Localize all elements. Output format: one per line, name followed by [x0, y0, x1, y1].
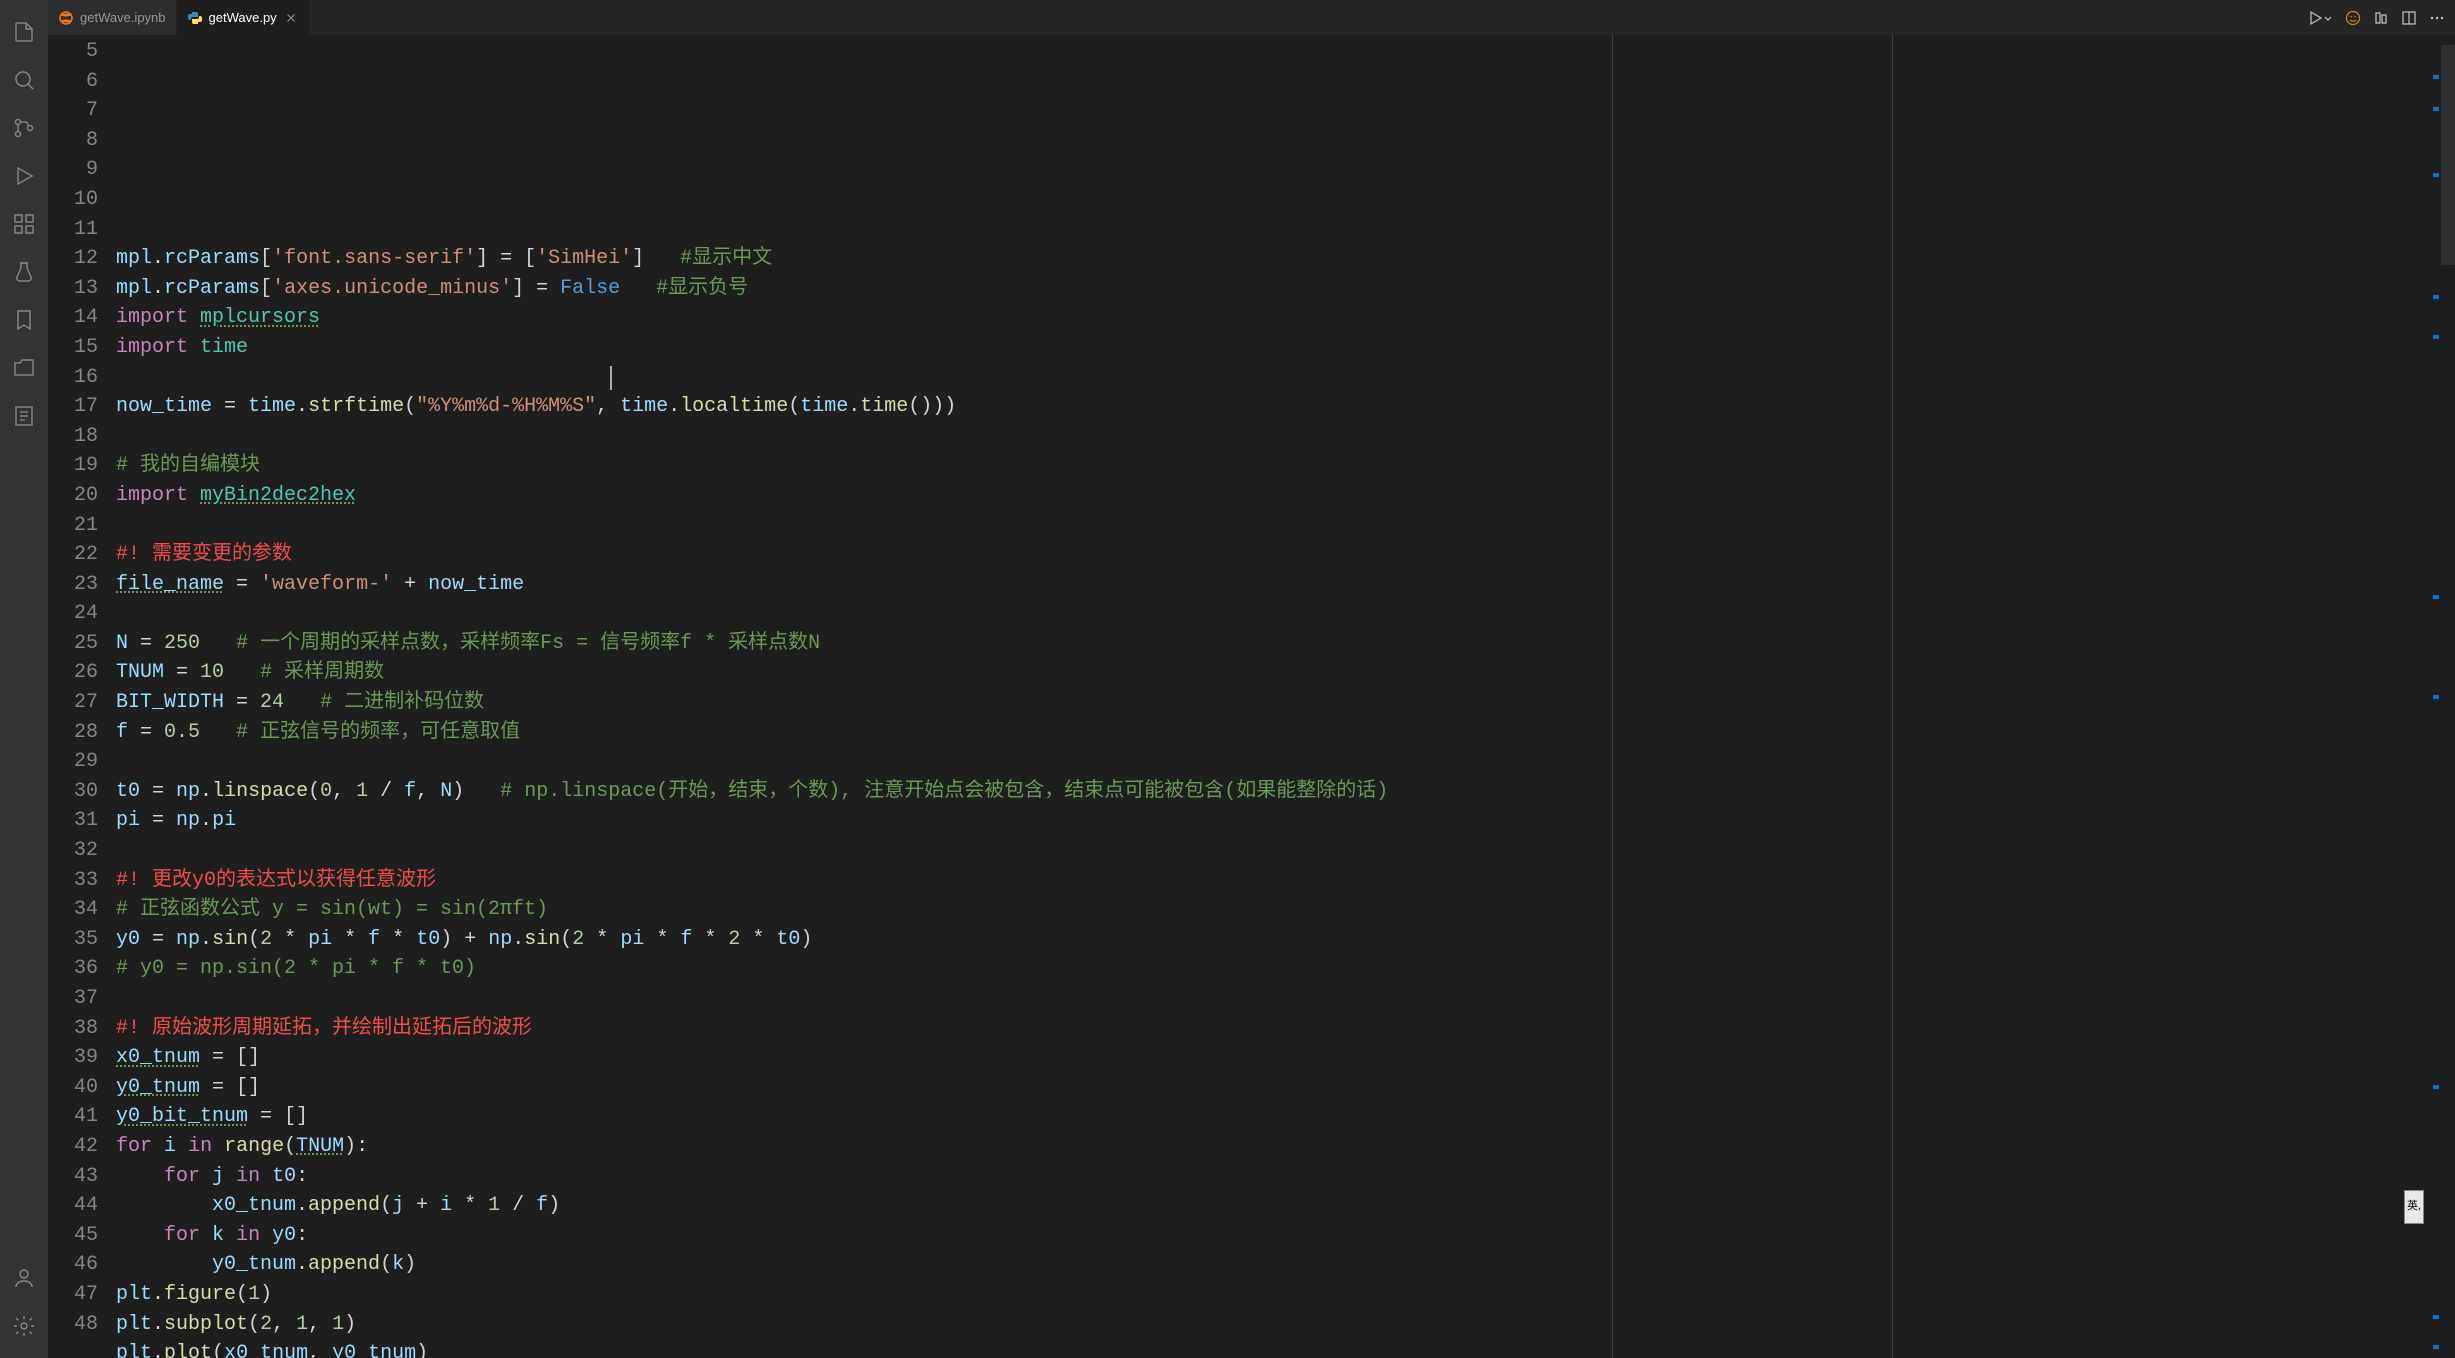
ime-indicator: 英,: [2404, 1190, 2424, 1224]
code-line[interactable]: file_name = 'waveform-' + now_time: [116, 570, 2427, 600]
more-icon[interactable]: [2429, 10, 2445, 26]
code-line[interactable]: [116, 747, 2427, 777]
code-line[interactable]: import time: [116, 333, 2427, 363]
emoji-icon[interactable]: [2345, 10, 2361, 26]
split-editor-icon[interactable]: [2401, 10, 2417, 26]
code-line[interactable]: import mplcursors: [116, 303, 2427, 333]
testing-icon[interactable]: [0, 248, 48, 296]
code-line[interactable]: x0_tnum = []: [116, 1043, 2427, 1073]
project-icon[interactable]: [0, 344, 48, 392]
code-line[interactable]: N = 250 # 一个周期的采样点数，采样频率Fs = 信号频率f * 采样点…: [116, 629, 2427, 659]
scrollbar-thumb[interactable]: [2441, 45, 2455, 265]
accounts-icon[interactable]: [0, 1254, 48, 1302]
code-line[interactable]: y0_tnum = []: [116, 1073, 2427, 1103]
code-line[interactable]: BIT_WIDTH = 24 # 二进制补码位数: [116, 688, 2427, 718]
python-icon: [187, 10, 203, 26]
tab-bar: getWave.ipynb getWave.py: [48, 0, 2455, 35]
code-content[interactable]: 英, mpl.rcParams['font.sans-serif'] = ['S…: [116, 35, 2427, 1358]
code-line[interactable]: y0 = np.sin(2 * pi * f * t0) + np.sin(2 …: [116, 925, 2427, 955]
run-icon[interactable]: [2307, 10, 2333, 26]
code-line[interactable]: [116, 836, 2427, 866]
tab-getwave-py[interactable]: getWave.py: [177, 0, 310, 35]
scrollbar[interactable]: [2441, 35, 2455, 1358]
code-line[interactable]: # 我的自编模块: [116, 451, 2427, 481]
extensions-icon[interactable]: [0, 200, 48, 248]
activity-bar: [0, 0, 48, 1358]
code-line[interactable]: [116, 599, 2427, 629]
code-line[interactable]: for k in y0:: [116, 1221, 2427, 1251]
bookmark-icon[interactable]: [0, 296, 48, 344]
code-line[interactable]: TNUM = 10 # 采样周期数: [116, 658, 2427, 688]
overview-ruler[interactable]: [2427, 35, 2441, 1358]
code-line[interactable]: # y0 = np.sin(2 * pi * f * t0): [116, 954, 2427, 984]
tab-getwave-ipynb[interactable]: getWave.ipynb: [48, 0, 177, 35]
code-line[interactable]: t0 = np.linspace(0, 1 / f, N) # np.linsp…: [116, 777, 2427, 807]
line-numbers: 5678910111213141516171819202122232425262…: [48, 35, 116, 1358]
text-cursor: [610, 366, 612, 390]
code-line[interactable]: plt.plot(x0_tnum, y0_tnum): [116, 1339, 2427, 1358]
code-line[interactable]: # 正弦函数公式 y = sin(wt) = sin(2πft): [116, 895, 2427, 925]
code-line[interactable]: [116, 511, 2427, 541]
code-line[interactable]: plt.subplot(2, 1, 1): [116, 1310, 2427, 1340]
code-line[interactable]: mpl.rcParams['axes.unicode_minus'] = Fal…: [116, 274, 2427, 304]
editor[interactable]: 5678910111213141516171819202122232425262…: [48, 35, 2455, 1358]
code-line[interactable]: mpl.rcParams['font.sans-serif'] = ['SimH…: [116, 244, 2427, 274]
ruler: [1892, 35, 1893, 1358]
code-line[interactable]: import myBin2dec2hex: [116, 481, 2427, 511]
code-line[interactable]: for j in t0:: [116, 1162, 2427, 1192]
code-line[interactable]: f = 0.5 # 正弦信号的频率，可任意取值: [116, 718, 2427, 748]
editor-actions: [2307, 0, 2455, 35]
explorer-icon[interactable]: [0, 8, 48, 56]
run-debug-icon[interactable]: [0, 152, 48, 200]
code-line[interactable]: y0_bit_tnum = []: [116, 1102, 2427, 1132]
close-icon[interactable]: [283, 10, 299, 26]
code-line[interactable]: pi = np.pi: [116, 806, 2427, 836]
code-line[interactable]: [116, 363, 2427, 393]
ruler: [1612, 35, 1613, 1358]
code-line[interactable]: x0_tnum.append(j + i * 1 / f): [116, 1191, 2427, 1221]
code-line[interactable]: #! 需要变更的参数: [116, 540, 2427, 570]
code-line[interactable]: [116, 422, 2427, 452]
jupyter-icon: [58, 10, 74, 26]
settings-gear-icon[interactable]: [0, 1302, 48, 1350]
code-line[interactable]: [116, 215, 2427, 245]
code-line[interactable]: plt.figure(1): [116, 1280, 2427, 1310]
code-line[interactable]: y0_tnum.append(k): [116, 1250, 2427, 1280]
code-line[interactable]: now_time = time.strftime("%Y%m%d-%H%M%S"…: [116, 392, 2427, 422]
code-line[interactable]: #! 原始波形周期延拓，并绘制出延拓后的波形: [116, 1014, 2427, 1044]
code-line[interactable]: [116, 984, 2427, 1014]
source-control-icon[interactable]: [0, 104, 48, 152]
tab-label: getWave.py: [209, 10, 277, 25]
todo-icon[interactable]: [0, 392, 48, 440]
compare-icon[interactable]: [2373, 10, 2389, 26]
code-line[interactable]: for i in range(TNUM):: [116, 1132, 2427, 1162]
code-line[interactable]: #! 更改y0的表达式以获得任意波形: [116, 866, 2427, 896]
tab-label: getWave.ipynb: [80, 10, 166, 25]
search-icon[interactable]: [0, 56, 48, 104]
